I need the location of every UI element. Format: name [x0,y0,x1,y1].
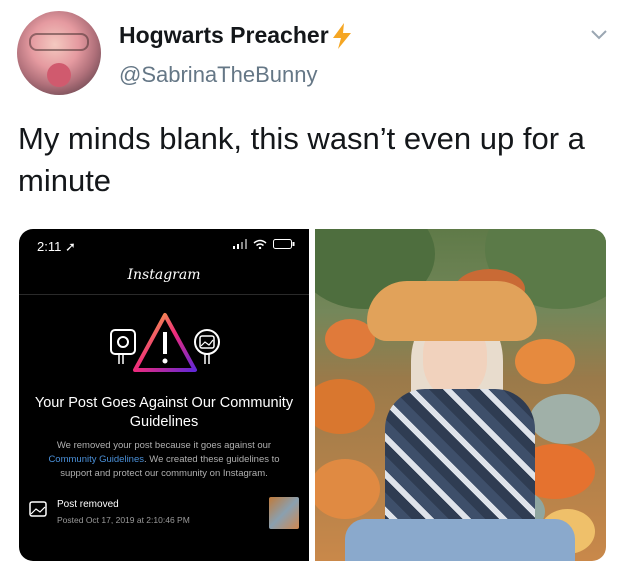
status-time: 2:11 ➚ [37,239,76,254]
photo-person-sweater [385,389,535,529]
post-removed-row[interactable]: Post removed Posted Oct 17, 2019 at 2:10… [27,497,301,533]
avatar-glasses [29,33,89,51]
avatar-mouth [47,63,71,87]
post-removed-title: Post removed [57,499,119,510]
lightning-bolt-emoji [332,22,351,49]
display-name-text: Hogwarts Preacher [119,22,329,48]
tweet-media[interactable]: 2:11 ➚ Instagram Your Post Goes Against … [19,229,606,561]
guidelines-warning-icon [110,313,220,372]
chevron-down-icon[interactable] [590,28,608,42]
tweet-text: My minds blank, this wasn’t even up for … [18,121,585,198]
user-handle[interactable]: @SabrinaTheBunny [119,62,317,88]
instagram-header: Instagram [19,259,309,295]
photo-person-jeans [345,519,575,561]
community-guidelines-link[interactable]: Community Guidelines [48,454,144,465]
post-thumbnail [269,497,299,529]
status-icons [233,239,295,249]
battery-icon [273,239,295,249]
photo-held-pumpkin [367,281,537,341]
signal-icon [233,239,247,249]
media-photo[interactable] [315,229,606,561]
post-removed-date: Posted Oct 17, 2019 at 2:10:46 PM [57,515,190,525]
photo-pumpkin [515,339,575,384]
notice-body: We removed your post because it goes aga… [48,440,280,479]
notice-title: Your Post Goes Against Our Community Gui… [34,395,294,430]
avatar[interactable] [17,11,101,95]
media-screenshot[interactable]: 2:11 ➚ Instagram Your Post Goes Against … [19,229,309,561]
photo-pumpkin [530,394,600,444]
photo-pumpkin [315,379,375,434]
image-icon [29,501,47,517]
wifi-icon [253,239,267,249]
display-name[interactable]: Hogwarts Preacher [119,22,353,49]
photo-pumpkin [315,459,380,519]
location-icon: ➚ [64,239,76,254]
instagram-logo: Instagram [127,267,201,283]
